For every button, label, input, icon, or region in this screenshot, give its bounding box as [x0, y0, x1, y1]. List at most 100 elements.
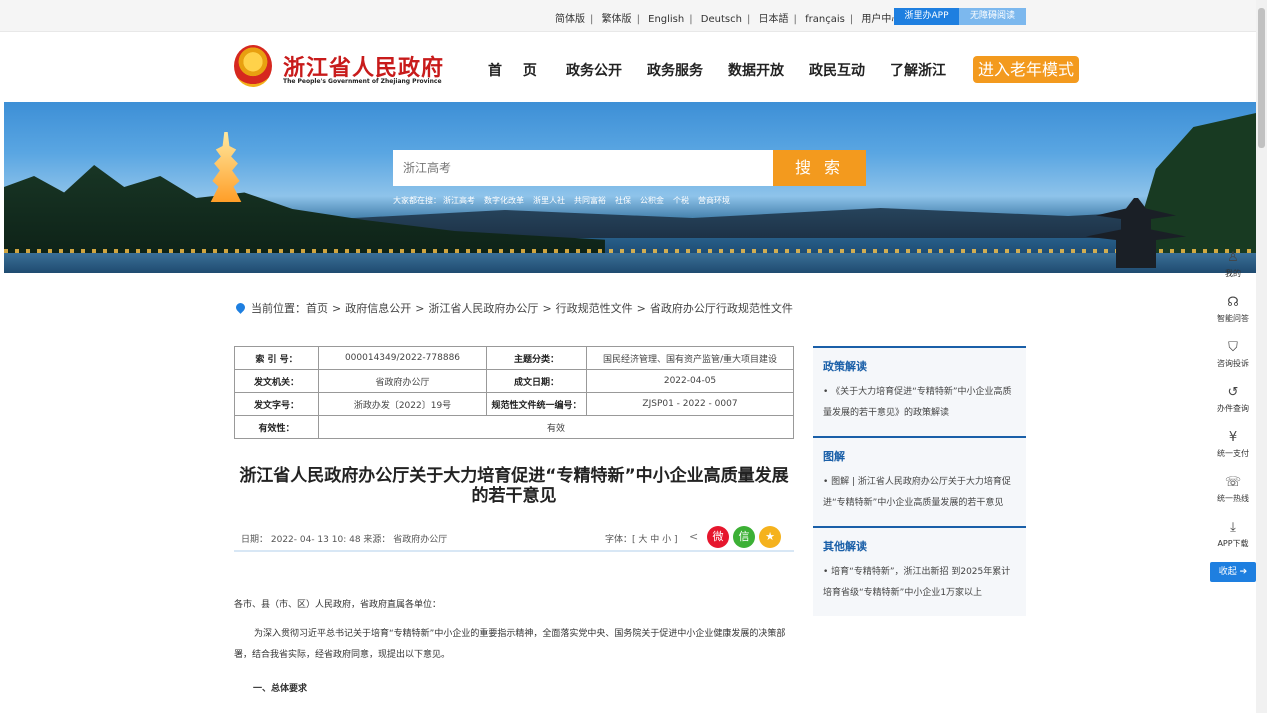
sidebar-section-policy-interpretation: 政策解读 • 《关于大力培育促进“专精特新”中小企业高质量发展的若干意见》的政策… — [813, 346, 1026, 436]
search-button[interactable]: 搜 索 — [773, 150, 866, 186]
float-payment[interactable]: ¥ 统一支付 — [1210, 427, 1256, 472]
breadcrumb-separator: > — [636, 302, 646, 315]
lang-english[interactable]: English — [648, 14, 684, 25]
meta-topic-label: 主题分类： — [486, 346, 587, 370]
accessible-reading-button[interactable]: 无障碍阅读 — [959, 8, 1026, 25]
sidebar-link[interactable]: • 培育“专精特新”，浙江出新招 到2025年累计培育省级“专精特新”中小企业1… — [823, 562, 1016, 604]
article-salutation: 各市、县（市、区）人民政府，省政府直属各单位： — [234, 600, 442, 610]
sidebar-link[interactable]: • 图解 | 浙江省人民政府办公厅关于大力培育促进“专精特新”中小企业高质量发展… — [823, 472, 1016, 514]
meta-topic-value: 国民经济管理、国有资产监管/重大项目建设 — [586, 346, 794, 370]
float-label: APP下载 — [1217, 539, 1249, 548]
article-paragraph: 为深入贯彻习近平总书记关于培育“专精特新”中小企业的重要指示精神，全面落实党中央… — [234, 629, 786, 660]
breadcrumb-item[interactable]: 省政府办公厅行政规范性文件 — [650, 302, 793, 315]
float-label: 统一支付 — [1217, 449, 1249, 458]
font-size-switcher[interactable]: 字体：[ 大 中 小 ] — [605, 532, 677, 545]
breadcrumb: 当前位置：首页 > 政府信息公开 > 浙江省人民政府办公厅 > 行政规范性文件 > 省政府办公厅… — [234, 300, 793, 316]
meta-validity-label: 有效性： — [234, 415, 319, 439]
sidebar-section-title[interactable]: 其他解读 — [823, 538, 1016, 554]
west-lake-banner — [4, 102, 1256, 273]
yuan-icon: ¥ — [1228, 430, 1238, 445]
float-hotline[interactable]: ☏ 统一热线 — [1210, 472, 1256, 517]
sidebar-section-other: 其他解读 • 培育“专精特新”，浙江出新招 到2025年累计培育省级“专精特新”… — [813, 526, 1026, 616]
nav-gov-services[interactable]: 政务服务 — [647, 60, 703, 80]
page-scrollbar[interactable] — [1256, 0, 1267, 713]
sidebar-section-graphic: 图解 • 图解 | 浙江省人民政府办公厅关于大力培育促进“专精特新”中小企业高质… — [813, 436, 1026, 526]
hot-search-item[interactable]: 营商环境 — [698, 196, 730, 205]
elderly-mode-button[interactable]: 进入老年模式 — [973, 56, 1079, 83]
article-body: 各市、县（市、区）人民政府，省政府直属各单位： 为深入贯彻习近平总书记关于培育“… — [234, 595, 794, 700]
meta-date-value: 2022-04-05 — [586, 369, 794, 393]
meta-index-label: 索 引 号： — [234, 346, 319, 370]
leifeng-pagoda-icon — [210, 132, 242, 202]
float-my[interactable]: ♙ 我的 — [1210, 247, 1256, 292]
breadcrumb-separator: > — [542, 302, 552, 315]
language-switcher: 简体版 | 繁体版 | English | Deutsch | 日本語 | françai… — [555, 10, 901, 25]
hot-search-item[interactable]: 数字化改革 — [484, 196, 524, 205]
banner-water — [4, 253, 1256, 273]
meta-code-value: ZJSP01 - 2022 - 0007 — [586, 392, 794, 416]
headset-icon: ☊ — [1227, 295, 1239, 310]
hot-search-item[interactable]: 社保 — [615, 196, 631, 205]
nav-gov-affairs-open[interactable]: 政务公开 — [566, 60, 622, 80]
arrow-right-icon: ➔ — [1239, 567, 1248, 577]
separator: | — [793, 14, 797, 25]
hot-search-item[interactable]: 共同富裕 — [574, 196, 606, 205]
sidebar-link[interactable]: • 《关于大力培育促进“专精特新”中小企业高质量发展的若干意见》的政策解读 — [823, 382, 1016, 424]
float-smart-qa[interactable]: ☊ 智能问答 — [1210, 292, 1256, 337]
float-label: 我的 — [1225, 269, 1241, 278]
hot-search-item[interactable]: 浙江高考 — [443, 196, 475, 205]
floating-toolbar: ♙ 我的 ☊ 智能问答 ⛉ 咨询投诉 ↺ 办件查询 ¥ 统一支付 ☏ 统一热线 ⤓ APP下载… — [1210, 247, 1256, 582]
float-label: 办件查询 — [1217, 404, 1249, 413]
sidebar-section-title[interactable]: 政策解读 — [823, 358, 1016, 374]
lang-japanese[interactable]: 日本語 — [759, 14, 789, 25]
nav-interaction[interactable]: 政民互动 — [809, 60, 865, 80]
sidebar-section-title[interactable]: 图解 — [823, 448, 1016, 464]
float-app-download[interactable]: ⤓ APP下载 — [1210, 517, 1256, 562]
share-icon[interactable]: < — [689, 530, 698, 543]
nav-open-data[interactable]: 数据开放 — [728, 60, 784, 80]
collapse-label: 收起 — [1218, 567, 1237, 577]
hot-search-item[interactable]: 个税 — [673, 196, 689, 205]
meta-issuer-label: 发文机关： — [234, 369, 319, 393]
lang-traditional[interactable]: 繁体版 — [602, 14, 632, 25]
separator: | — [590, 14, 594, 25]
article-info-bar: 日期： 2022- 04- 13 10: 48 来源： 省政府办公厅 字体：[ … — [234, 522, 794, 552]
hot-search-lead: 大家都在搜： — [393, 196, 441, 205]
phone-icon: ☏ — [1224, 475, 1242, 490]
scrollbar-thumb[interactable] — [1258, 8, 1265, 148]
breadcrumb-item[interactable]: 浙江省人民政府办公厅 — [428, 302, 538, 315]
site-subtitle: The People's Government of Zhejiang Prov… — [283, 78, 442, 85]
location-pin-icon — [234, 301, 247, 314]
nav-home[interactable]: 首 页 — [488, 60, 545, 80]
zheliban-app-button[interactable]: 浙里办APP — [894, 8, 959, 25]
hot-search-item[interactable]: 公积金 — [640, 196, 664, 205]
lang-french[interactable]: français — [805, 14, 845, 25]
weibo-share-icon[interactable]: 微 — [707, 526, 729, 548]
favorite-star-icon[interactable]: ★ — [759, 526, 781, 548]
article-title: 浙江省人民政府办公厅关于大力培育促进“专精特新”中小企业高质量发展的若干意见 — [239, 466, 789, 506]
breadcrumb-separator: > — [332, 302, 342, 315]
breadcrumb-item[interactable]: 政府信息公开 — [345, 302, 411, 315]
nav-about-zhejiang[interactable]: 了解浙江 — [890, 60, 946, 80]
breadcrumb-item[interactable]: 首页 — [306, 302, 328, 315]
separator: | — [849, 14, 854, 25]
shield-icon: ⛉ — [1228, 340, 1238, 355]
hot-search-item[interactable]: 浙里人社 — [533, 196, 565, 205]
float-complaint[interactable]: ⛉ 咨询投诉 — [1210, 337, 1256, 382]
float-label: 智能问答 — [1217, 314, 1249, 323]
collapse-button[interactable]: 收起 ➔ — [1210, 562, 1256, 582]
download-icon: ⤓ — [1230, 520, 1236, 535]
search-input[interactable] — [393, 150, 773, 186]
national-emblem-icon — [234, 45, 272, 87]
breadcrumb-item[interactable]: 行政规范性文件 — [556, 302, 633, 315]
document-meta-table: 索 引 号： 000014349/2022-778886 主题分类： 国民经济管… — [234, 346, 794, 439]
lang-simplified[interactable]: 简体版 — [555, 14, 585, 25]
lang-deutsch[interactable]: Deutsch — [701, 14, 742, 25]
hot-searches: 大家都在搜： 浙江高考 数字化改革 浙里人社 共同富裕 社保 公积金 个税 营商环境 — [393, 195, 739, 206]
meta-docno-value: 浙政办发〔2022〕19号 — [318, 392, 487, 416]
wechat-share-icon[interactable]: 信 — [733, 526, 755, 548]
float-case-query[interactable]: ↺ 办件查询 — [1210, 382, 1256, 427]
meta-issuer-value: 省政府办公厅 — [318, 369, 487, 393]
float-label: 统一热线 — [1217, 494, 1249, 503]
meta-docno-label: 发文字号： — [234, 392, 319, 416]
